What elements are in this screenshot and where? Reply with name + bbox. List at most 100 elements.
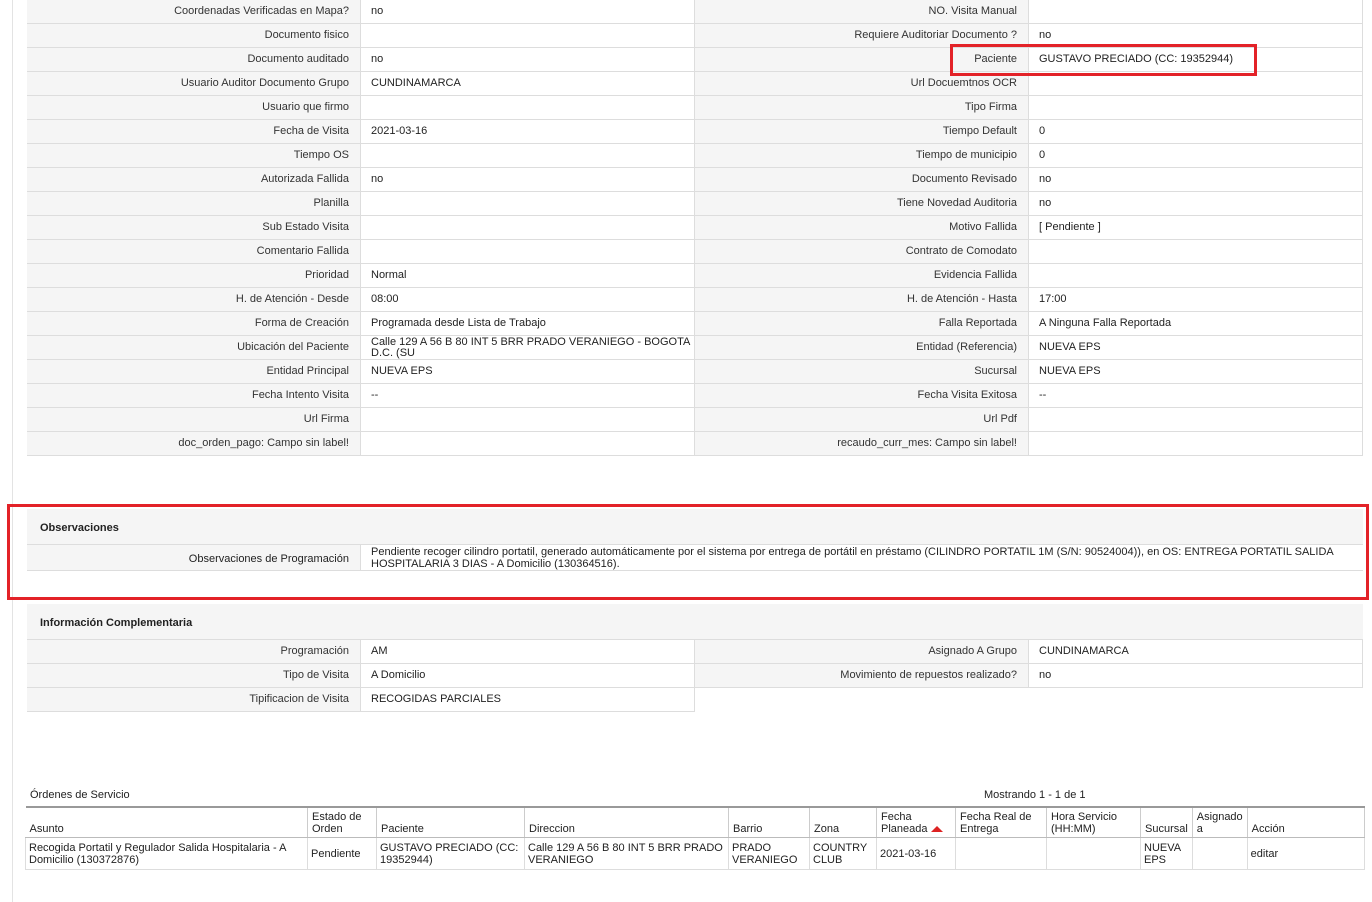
field-value: NUEVA EPS — [1029, 360, 1363, 384]
field-label: Entidad Principal — [27, 360, 361, 384]
field-value: no — [1029, 24, 1363, 48]
field-label: Tipificacion de Visita — [27, 688, 361, 712]
field-value — [361, 144, 695, 168]
complementaria-grid: Programación AM Asignado A Grupo CUNDINAMAR… — [27, 640, 1363, 712]
field-value: Calle 129 A 56 B 80 INT 5 BRR PRADO VERA… — [361, 336, 695, 360]
field-value: Programada desde Lista de Trabajo — [361, 312, 695, 336]
field-value: 0 — [1029, 120, 1363, 144]
field-label: Url Docuemtnos OCR — [695, 72, 1029, 96]
field-value — [1029, 0, 1363, 24]
field-value: no — [1029, 168, 1363, 192]
field-label: Tipo Firma — [695, 96, 1029, 120]
field-label: H. de Atención - Hasta — [695, 288, 1029, 312]
col-asunto[interactable]: Asunto — [25, 806, 308, 838]
field-value: Normal — [361, 264, 695, 288]
field-label: Fecha Intento Visita — [27, 384, 361, 408]
table-row: Recogida Portatil y Regulador Salida Hos… — [25, 837, 1366, 870]
field-value: AM — [361, 640, 695, 664]
observaciones-value: Pendiente recoger cilindro portatil, gen… — [371, 546, 1334, 570]
col-barrio[interactable]: Barrio — [728, 806, 810, 838]
col-paciente[interactable]: Paciente — [376, 806, 525, 838]
field-value: 17:00 — [1029, 288, 1363, 312]
cell-asunto: Recogida Portatil y Regulador Salida Hos… — [25, 837, 308, 870]
field-label: Programación — [27, 640, 361, 664]
field-value — [361, 240, 695, 264]
field-value — [1029, 72, 1363, 96]
col-hora[interactable]: Hora Servicio (HH:MM) — [1046, 806, 1141, 838]
field-label: Forma de Creación — [27, 312, 361, 336]
observaciones-label: Observaciones de Programación — [27, 545, 361, 570]
col-fecha-planeada[interactable]: Fecha Planeada — [876, 806, 956, 838]
cell-fecha-real — [955, 837, 1047, 870]
field-label: Fecha de Visita — [27, 120, 361, 144]
field-value — [1029, 264, 1363, 288]
cell-hora — [1046, 837, 1141, 870]
field-label: recaudo_curr_mes: Campo sin label! — [695, 432, 1029, 456]
field-value: no — [1029, 192, 1363, 216]
field-label: Tiempo OS — [27, 144, 361, 168]
field-value — [361, 408, 695, 432]
cell-zona: COUNTRY CLUB — [809, 837, 877, 870]
col-accion: Acción — [1247, 806, 1366, 838]
field-value: 0 — [1029, 144, 1363, 168]
empty-cell — [1029, 688, 1363, 712]
field-label: Motivo Fallida — [695, 216, 1029, 240]
field-value: 08:00 — [361, 288, 695, 312]
cell-sucursal: NUEVA EPS — [1140, 837, 1193, 870]
field-label: Usuario Auditor Documento Grupo — [27, 72, 361, 96]
ordenes-count: Mostrando 1 - 1 de 1 — [984, 789, 1086, 801]
field-label: Documento Revisado — [695, 168, 1029, 192]
editar-link[interactable]: editar — [1247, 837, 1366, 870]
field-label: Movimiento de repuestos realizado? — [695, 664, 1029, 688]
field-label: Asignado A Grupo — [695, 640, 1029, 664]
cell-estado: Pendiente — [307, 837, 377, 870]
cell-paciente: GUSTAVO PRECIADO (CC: 19352944) — [376, 837, 525, 870]
col-zona[interactable]: Zona — [809, 806, 877, 838]
complementaria-header: Información Complementaria — [27, 604, 1363, 640]
field-value — [1029, 96, 1363, 120]
field-label: Sucursal — [695, 360, 1029, 384]
sort-asc-icon — [930, 826, 943, 833]
field-value — [1029, 240, 1363, 264]
field-value — [361, 192, 695, 216]
field-label: Tiempo Default — [695, 120, 1029, 144]
field-value: CUNDINAMARCA — [1029, 640, 1363, 664]
ordenes-table: Asunto Estado de Orden Paciente Direccio… — [25, 806, 1366, 870]
field-label: Tipo de Visita — [27, 664, 361, 688]
field-label: Url Firma — [27, 408, 361, 432]
col-fecha-real[interactable]: Fecha Real de Entrega — [955, 806, 1047, 838]
col-sucursal[interactable]: Sucursal — [1140, 806, 1193, 838]
field-label: Requiere Auditoriar Documento ? — [695, 24, 1029, 48]
field-value: [ Pendiente ] — [1029, 216, 1363, 240]
field-value: A Domicilio — [361, 664, 695, 688]
field-label: Documento fisico — [27, 24, 361, 48]
field-value: no — [361, 0, 695, 24]
field-value: 2021-03-16 — [361, 120, 695, 144]
cell-direccion: Calle 129 A 56 B 80 INT 5 BRR PRADO VERA… — [524, 837, 729, 870]
field-value: A Ninguna Falla Reportada — [1029, 312, 1363, 336]
field-label: Coordenadas Verificadas en Mapa? — [27, 0, 361, 24]
field-value: no — [361, 48, 695, 72]
field-label: Tiene Novedad Auditoria — [695, 192, 1029, 216]
col-estado[interactable]: Estado de Orden — [307, 806, 377, 838]
field-value — [361, 432, 695, 456]
ordenes-header-row: Asunto Estado de Orden Paciente Direccio… — [25, 806, 1366, 838]
field-label: Prioridad — [27, 264, 361, 288]
field-label: doc_orden_pago: Campo sin label! — [27, 432, 361, 456]
empty-cell — [695, 688, 1029, 712]
field-label: Falla Reportada — [695, 312, 1029, 336]
col-direccion[interactable]: Direccion — [524, 806, 729, 838]
field-label: Tiempo de municipio — [695, 144, 1029, 168]
field-label: Contrato de Comodato — [695, 240, 1029, 264]
field-value: GUSTAVO PRECIADO (CC: 19352944) — [1029, 48, 1363, 72]
col-asignado[interactable]: Asignado a — [1192, 806, 1248, 838]
field-value: -- — [1029, 384, 1363, 408]
field-label: H. de Atención - Desde — [27, 288, 361, 312]
field-value — [1029, 408, 1363, 432]
field-value: no — [1029, 664, 1363, 688]
field-value — [361, 216, 695, 240]
field-label: Sub Estado Visita — [27, 216, 361, 240]
col-fecha-planeada-label: Fecha Planeada — [881, 811, 928, 835]
field-label: Entidad (Referencia) — [695, 336, 1029, 360]
ordenes-title: Órdenes de Servicio — [30, 789, 130, 801]
